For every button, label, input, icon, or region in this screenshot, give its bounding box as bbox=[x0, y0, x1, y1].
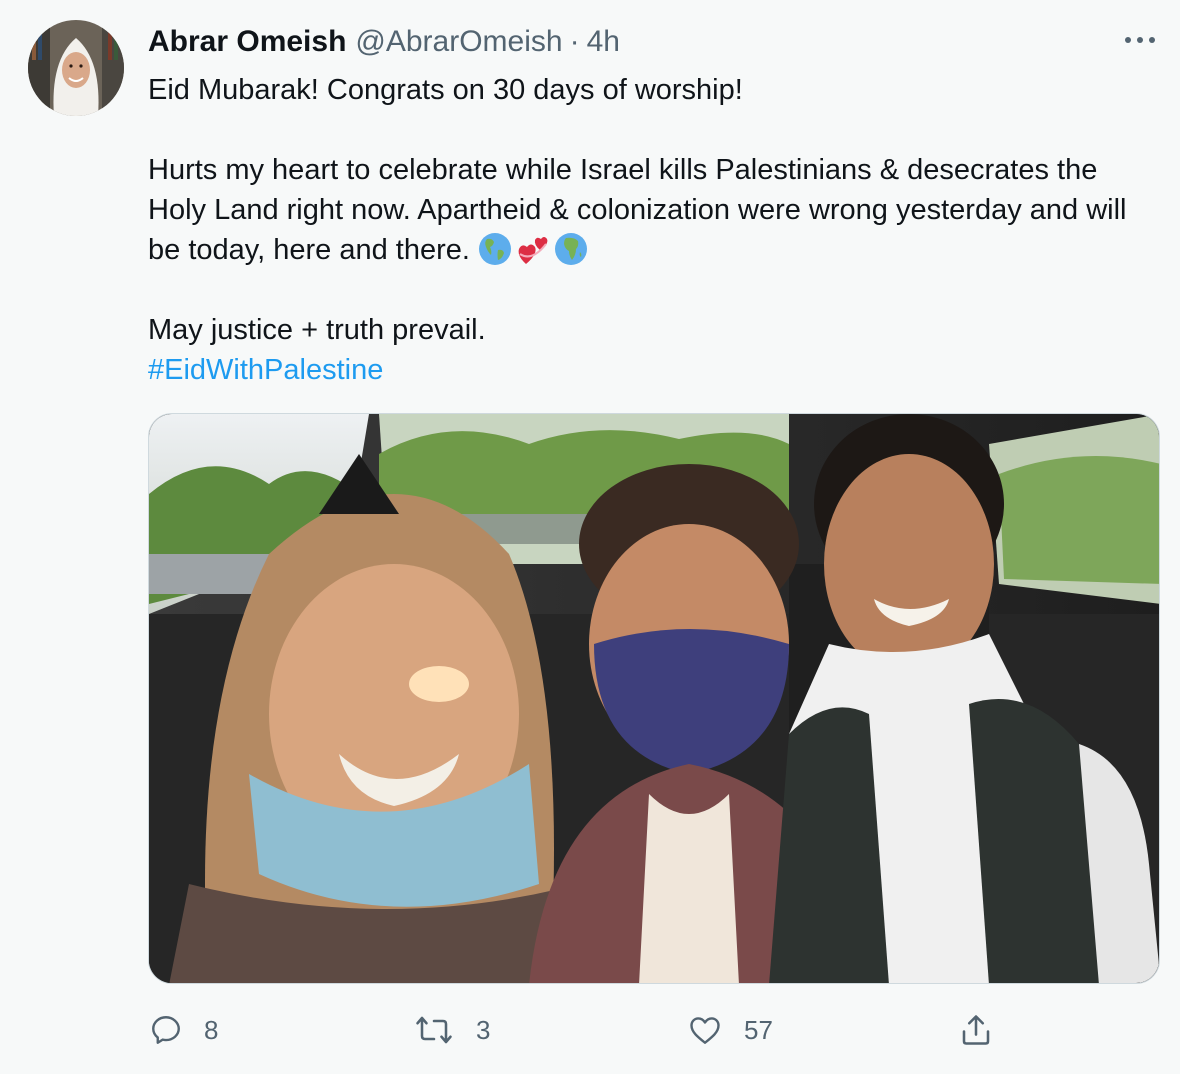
retweet-icon bbox=[416, 1016, 452, 1044]
like-button[interactable]: 57 bbox=[686, 1005, 773, 1055]
tweet-line-1: Eid Mubarak! Congrats on 30 days of wors… bbox=[148, 74, 743, 106]
more-button[interactable] bbox=[1118, 22, 1162, 58]
retweet-count: 3 bbox=[476, 1014, 491, 1045]
tweet-photo[interactable] bbox=[148, 413, 1160, 984]
tweet-actions: 8 3 57 bbox=[148, 1005, 1048, 1055]
more-icon bbox=[1125, 37, 1155, 43]
tweet-line-2-text: Hurts my heart to celebrate while Israel… bbox=[148, 154, 1127, 266]
share-icon bbox=[962, 1015, 990, 1045]
reply-count: 8 bbox=[204, 1014, 219, 1045]
tweet-content: Abrar Omeish @AbrarOmeish · 4h Eid Mubar… bbox=[148, 20, 1160, 390]
heart-icon bbox=[690, 1017, 720, 1044]
separator-dot: · bbox=[569, 25, 580, 58]
display-name[interactable]: Abrar Omeish bbox=[148, 25, 346, 59]
tweet[interactable]: Abrar Omeish @AbrarOmeish · 4h Eid Mubar… bbox=[0, 0, 1180, 1074]
avatar[interactable] bbox=[28, 20, 124, 116]
reply-button[interactable]: 8 bbox=[148, 1005, 218, 1055]
tweet-line-3: May justice + truth prevail. bbox=[148, 314, 486, 346]
emoji-group bbox=[478, 232, 588, 266]
globe-americas-emoji bbox=[478, 233, 511, 265]
retweet-button[interactable]: 3 bbox=[414, 1005, 490, 1055]
tweet-header: Abrar Omeish @AbrarOmeish · 4h bbox=[148, 20, 1160, 64]
timestamp[interactable]: 4h bbox=[587, 25, 620, 59]
globe-africa-emoji bbox=[554, 233, 587, 265]
tweet-line-2: Hurts my heart to celebrate while Israel… bbox=[148, 150, 1160, 270]
hashtag-link[interactable]: #EidWithPalestine bbox=[148, 350, 383, 390]
like-count: 57 bbox=[744, 1014, 773, 1045]
share-button[interactable] bbox=[958, 1005, 994, 1055]
user-handle[interactable]: @AbrarOmeish bbox=[355, 25, 562, 59]
tweet-text: Eid Mubarak! Congrats on 30 days of wors… bbox=[148, 70, 1160, 390]
revolving-hearts-emoji bbox=[518, 237, 548, 264]
reply-icon bbox=[152, 1016, 180, 1044]
